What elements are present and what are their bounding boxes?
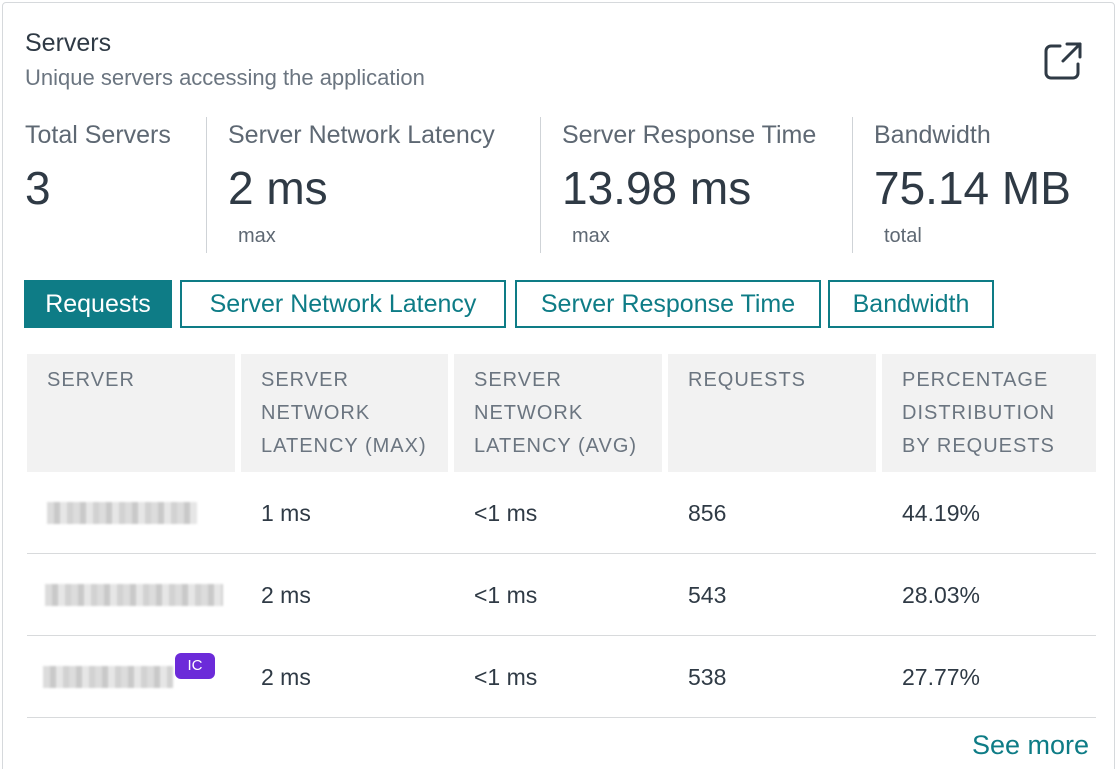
column-header-latency-avg[interactable]: SERVER NETWORK LATENCY (AVG) — [454, 354, 662, 472]
metric-sub: max — [572, 225, 610, 247]
cell-latency-max: 1 ms — [261, 500, 311, 526]
column-header-label: SERVER NETWORK LATENCY (AVG) — [474, 369, 638, 457]
metric-sub: total — [884, 225, 922, 247]
external-link-icon[interactable] — [1043, 41, 1083, 81]
cell-requests: 538 — [688, 664, 727, 690]
cell-requests: 543 — [688, 582, 727, 608]
metric-total-servers: Total Servers 3 — [25, 117, 205, 253]
cell-percentage: 28.03% — [902, 582, 981, 608]
metric-label: Server Network Latency — [228, 121, 495, 149]
column-header-latency-max[interactable]: SERVER NETWORK LATENCY (MAX) — [241, 354, 448, 472]
column-header-requests[interactable]: REQUESTS — [668, 354, 876, 472]
metric-value: 75.14 MB — [874, 162, 1071, 214]
metric-label: Server Response Time — [562, 121, 817, 149]
cell-latency-avg: <1 ms — [474, 500, 538, 526]
server-name-redacted[interactable] — [45, 584, 223, 606]
metric-label: Bandwidth — [874, 121, 991, 149]
server-name-redacted[interactable] — [43, 666, 173, 688]
metric-sub: max — [238, 225, 276, 247]
table-header: SERVER SERVER NETWORK LATENCY (MAX) SERV… — [27, 354, 1096, 472]
cell-percentage: 27.77% — [902, 664, 981, 690]
column-header-label: REQUESTS — [688, 369, 807, 391]
tab-bandwidth[interactable]: Bandwidth — [828, 280, 994, 328]
column-header-label: PERCENTAGE DISTRIBUTION BY REQUESTS — [902, 369, 1056, 457]
tab-requests[interactable]: Requests — [24, 280, 172, 328]
metric-server-network-latency: Server Network Latency 2 ms max — [206, 117, 539, 253]
metric-value: 3 — [25, 162, 51, 214]
see-more-link[interactable]: See more — [972, 730, 1089, 761]
cell-latency-avg: <1 ms — [474, 582, 538, 608]
cell-requests: 856 — [688, 500, 727, 526]
servers-card: Servers Unique servers accessing the app… — [2, 2, 1115, 769]
column-header-label: SERVER — [47, 369, 135, 391]
table-row[interactable]: 1 ms <1 ms 856 44.19% — [27, 472, 1096, 554]
cell-percentage: 44.19% — [902, 500, 981, 526]
metric-label: Total Servers — [25, 121, 171, 149]
ic-badge: IC — [175, 653, 215, 679]
table-row[interactable]: IC 2 ms <1 ms 538 27.77% — [27, 636, 1096, 718]
column-header-server[interactable]: SERVER — [27, 354, 235, 472]
cell-latency-avg: <1 ms — [474, 664, 538, 690]
column-header-percentage[interactable]: PERCENTAGE DISTRIBUTION BY REQUESTS — [882, 354, 1096, 472]
metric-value: 2 ms — [228, 162, 328, 214]
tab-server-response-time[interactable]: Server Response Time — [515, 280, 821, 328]
cell-latency-max: 2 ms — [261, 664, 311, 690]
metric-value: 13.98 ms — [562, 162, 752, 214]
metric-server-response-time: Server Response Time 13.98 ms max — [540, 117, 852, 253]
column-header-label: SERVER NETWORK LATENCY (MAX) — [261, 369, 427, 457]
tab-server-network-latency[interactable]: Server Network Latency — [180, 280, 506, 328]
card-title: Servers — [25, 29, 112, 57]
table-row[interactable]: 2 ms <1 ms 543 28.03% — [27, 554, 1096, 636]
card-subtitle: Unique servers accessing the application — [25, 65, 425, 90]
cell-latency-max: 2 ms — [261, 582, 311, 608]
metric-bandwidth: Bandwidth 75.14 MB total — [852, 117, 1092, 253]
server-name-redacted[interactable] — [47, 502, 197, 524]
